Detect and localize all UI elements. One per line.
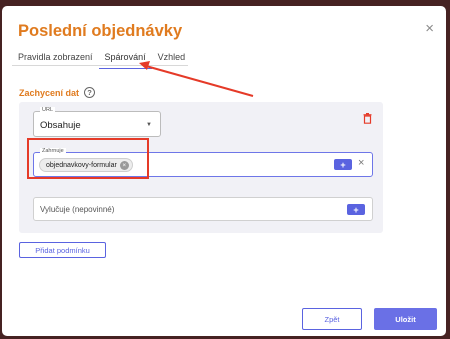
annotation-arrow bbox=[139, 61, 254, 97]
